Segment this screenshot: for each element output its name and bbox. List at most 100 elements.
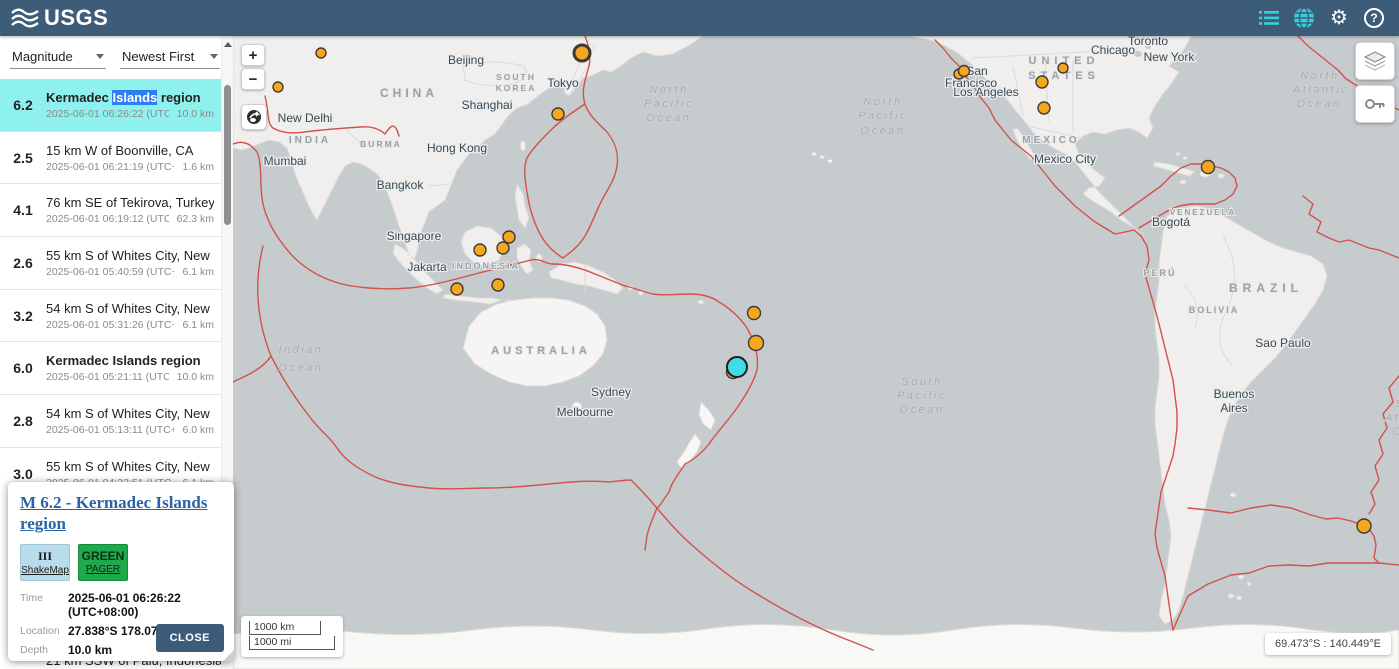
event-meta: 2025-06-01 05:31:26 (UTC+08:…6.1 km <box>46 319 214 331</box>
layers-button[interactable] <box>1355 42 1395 80</box>
sort-order-select[interactable]: Newest First <box>120 46 220 69</box>
popup-resize-corner[interactable] <box>223 650 234 661</box>
zoom-in-button[interactable]: + <box>241 44 265 66</box>
event-content: 54 km S of Whites City, New … 2025-06-01 … <box>46 406 222 436</box>
gear-icon[interactable]: ⚙ <box>1328 7 1350 29</box>
ocean-label: Ocean <box>900 404 945 416</box>
event-depth: 10.0 km <box>177 371 214 383</box>
region-label: PERÚ <box>1143 267 1176 278</box>
event-meta: 2025-06-01 06:26:22 (UTC+0…10.0 km <box>46 108 214 120</box>
earthquake-marker[interactable] <box>749 336 764 351</box>
earthquake-marker[interactable] <box>492 279 504 291</box>
zoom-out-button[interactable]: − <box>241 68 265 90</box>
region-label: BURMA <box>360 139 402 149</box>
earthquake-marker[interactable] <box>959 66 970 77</box>
legend-key-button[interactable] <box>1355 85 1395 123</box>
city-label: Sao Paulo <box>1255 336 1311 350</box>
header-icons: ⚙ ? <box>1258 7 1399 29</box>
usgs-earthquake-app: USGS ⚙ ? <box>0 0 1399 669</box>
earthquake-marker[interactable] <box>574 45 590 61</box>
event-meta: 2025-06-01 06:19:12 (UTC+0… 62.3 km <box>46 213 214 225</box>
earthquake-marker[interactable] <box>316 48 326 58</box>
event-meta: 2025-06-01 06:21:19 (UTC+08:…1.6 km <box>46 161 214 173</box>
event-list-item[interactable]: 2.515 km W of Boonville, CA2025-06-01 06… <box>0 131 222 184</box>
event-depth: 62.3 km <box>177 213 214 225</box>
scrollbar-thumb[interactable] <box>224 85 231 225</box>
city-label: Sydney <box>591 385 631 399</box>
selected-earthquake-marker[interactable] <box>727 357 747 377</box>
landmass <box>233 36 1399 669</box>
ocean-label: Atlantic <box>1292 84 1349 96</box>
event-depth: 6.1 km <box>182 319 214 331</box>
earthquake-marker[interactable] <box>1357 519 1371 533</box>
city-label: Tokyo <box>547 76 579 90</box>
usgs-wave-icon <box>10 7 40 29</box>
map-zoom-controls: + − <box>241 44 267 130</box>
magnitude-filter-select[interactable]: Magnitude <box>10 46 106 69</box>
event-detail-link[interactable]: M 6.2 - Kermadec Islands region <box>20 492 222 535</box>
event-title: 54 km S of Whites City, New … <box>46 301 214 316</box>
event-title: 54 km S of Whites City, New … <box>46 406 214 421</box>
city-label: New York <box>1144 50 1196 64</box>
event-list-item[interactable]: 6.0Kermadec Islands region2025-06-01 05:… <box>0 341 222 394</box>
usgs-logo[interactable]: USGS <box>0 5 108 31</box>
earthquake-marker[interactable] <box>1058 63 1068 73</box>
city-label: Mexico City <box>1034 152 1096 166</box>
earthquake-marker[interactable] <box>748 307 761 320</box>
event-time: 2025-06-01 06:19:12 (UTC+0… <box>46 213 169 225</box>
ocean-label: North <box>863 96 902 108</box>
event-title: 76 km SE of Tekirova, Turkey <box>46 195 214 210</box>
ocean-label: Ocean <box>861 125 906 137</box>
event-list-item[interactable]: 6.2Kermadec Islands region2025-06-01 06:… <box>0 79 222 131</box>
shakemap-badge[interactable]: III ShakeMap <box>20 544 70 581</box>
city-label: Shanghai <box>462 98 513 112</box>
event-magnitude: 2.8 <box>0 413 46 429</box>
help-icon[interactable]: ? <box>1363 7 1385 29</box>
event-depth: 6.1 km <box>182 266 214 278</box>
region-label: AUSTRALIA <box>491 345 591 357</box>
region-label: INDIA <box>289 135 331 146</box>
list-icon[interactable] <box>1258 7 1280 29</box>
ocean-label: Ocean <box>647 112 692 124</box>
event-badges: III ShakeMap GREEN PAGER <box>20 544 222 581</box>
earthquake-marker[interactable] <box>474 244 486 256</box>
event-list-item[interactable]: 4.176 km SE of Tekirova, Turkey2025-06-0… <box>0 183 222 236</box>
map-right-buttons <box>1355 42 1395 123</box>
city-label: Buenos <box>1214 387 1255 401</box>
city-label: Hong Kong <box>427 141 487 155</box>
ocean-label: Indian <box>279 344 324 356</box>
close-button[interactable]: CLOSE <box>156 624 224 652</box>
ocean-label: Ocean <box>1297 98 1342 110</box>
earthquake-marker[interactable] <box>451 283 463 295</box>
earthquake-marker[interactable] <box>1202 161 1215 174</box>
region-label: INDONESIA <box>452 261 520 271</box>
event-title: 55 km S of Whites City, New … <box>46 459 214 474</box>
earthquake-marker[interactable] <box>497 242 509 254</box>
earthquake-marker[interactable] <box>1038 102 1050 114</box>
globe-icon[interactable] <box>1293 7 1315 29</box>
event-list-item[interactable]: 2.854 km S of Whites City, New … 2025-06-… <box>0 394 222 447</box>
ocean-label: North <box>1300 70 1339 82</box>
key-icon <box>1364 97 1386 111</box>
earthquake-marker[interactable] <box>552 108 564 120</box>
event-list-item[interactable]: 2.655 km S of Whites City, New …2025-06-… <box>0 236 222 289</box>
region-label: VENEZUELA <box>1170 208 1236 217</box>
event-meta: 2025-06-01 05:21:11 (UTC+0…10.0 km <box>46 371 214 383</box>
scroll-up-arrow-icon[interactable] <box>223 40 232 49</box>
event-title: 55 km S of Whites City, New … <box>46 248 214 263</box>
pager-badge[interactable]: GREEN PAGER <box>78 544 128 581</box>
world-map[interactable]: BeijingShanghaiTokyoNew DelhiMumbaiHong … <box>233 36 1399 669</box>
event-meta: 2025-06-01 05:13:11 (UTC+08:…6.0 km <box>46 424 214 436</box>
ocean-label: South <box>1395 398 1399 410</box>
event-list-item[interactable]: 3.254 km S of Whites City, New …2025-06-… <box>0 289 222 342</box>
earthquake-marker[interactable] <box>1036 76 1048 88</box>
region-label: KOREA <box>496 83 537 93</box>
globe-target-icon <box>246 109 262 125</box>
scale-mi: 1000 mi <box>249 636 335 650</box>
event-content: 55 km S of Whites City, New …2025-06-01 … <box>46 248 222 278</box>
zoom-to-world-button[interactable] <box>241 104 267 130</box>
ocean-label: Pacific <box>644 98 694 110</box>
earthquake-marker[interactable] <box>503 231 515 243</box>
region-label: BOLIVIA <box>1189 305 1240 315</box>
earthquake-marker[interactable] <box>273 82 283 92</box>
